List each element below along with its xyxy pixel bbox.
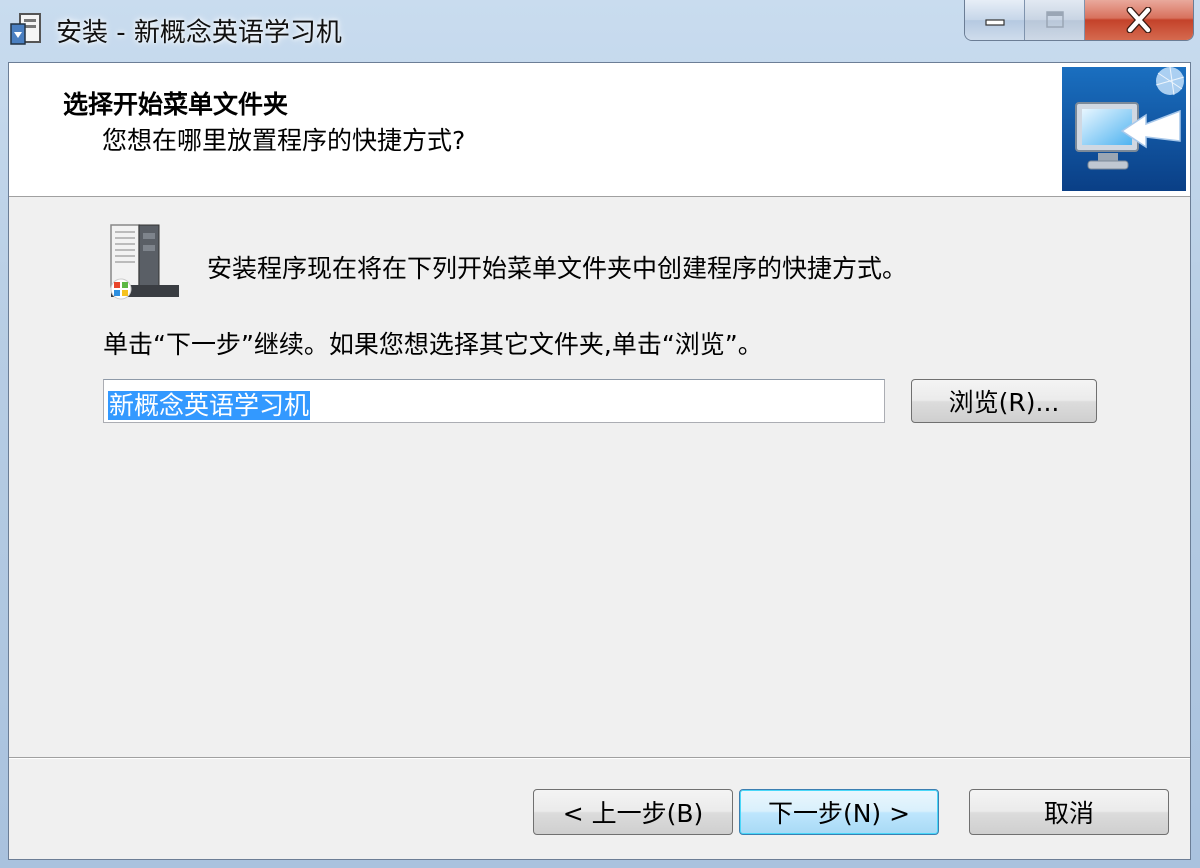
close-button[interactable] xyxy=(1085,0,1193,40)
caption-buttons xyxy=(964,0,1194,41)
start-menu-folder-icon xyxy=(101,223,181,303)
back-button[interactable]: < 上一步(B) xyxy=(533,789,733,835)
title-bar[interactable]: 安装 - 新概念英语学习机 xyxy=(0,0,1200,58)
installer-window: 安装 - 新概念英语学习机 选择开始菜单文件夹 您想在哪里放置程序的快捷方式? … xyxy=(0,0,1200,868)
instruction-text: 单击“下一步”继续。如果您想选择其它文件夹,单击“浏览”。 xyxy=(103,330,763,359)
start-menu-folder-field[interactable]: 新概念英语学习机 xyxy=(103,379,885,423)
monitor-arrow-icon xyxy=(1062,66,1186,191)
maximize-button[interactable] xyxy=(1025,0,1085,40)
installer-icon xyxy=(8,10,46,48)
window-title: 安装 - 新概念英语学习机 xyxy=(56,18,342,48)
minimize-button[interactable] xyxy=(965,0,1025,40)
next-button[interactable]: 下一步(N) > xyxy=(739,789,939,835)
page-subtitle: 您想在哪里放置程序的快捷方式? xyxy=(102,126,466,155)
folder-field-value: 新概念英语学习机 xyxy=(108,391,311,420)
info-text: 安装程序现在将在下列开始菜单文件夹中创建程序的快捷方式。 xyxy=(207,254,908,283)
cancel-button[interactable]: 取消 xyxy=(969,789,1169,835)
minimize-icon xyxy=(984,19,1005,26)
footer-divider xyxy=(9,757,1190,759)
page-title: 选择开始菜单文件夹 xyxy=(63,90,289,119)
wizard-page: 选择开始菜单文件夹 您想在哪里放置程序的快捷方式? 安装程序现在将在下列开始菜单… xyxy=(8,62,1191,860)
wizard-header: 选择开始菜单文件夹 您想在哪里放置程序的快捷方式? xyxy=(9,63,1190,197)
maximize-icon xyxy=(1045,11,1064,28)
browse-button[interactable]: 浏览(R)... xyxy=(911,379,1097,423)
close-icon xyxy=(1126,7,1152,33)
